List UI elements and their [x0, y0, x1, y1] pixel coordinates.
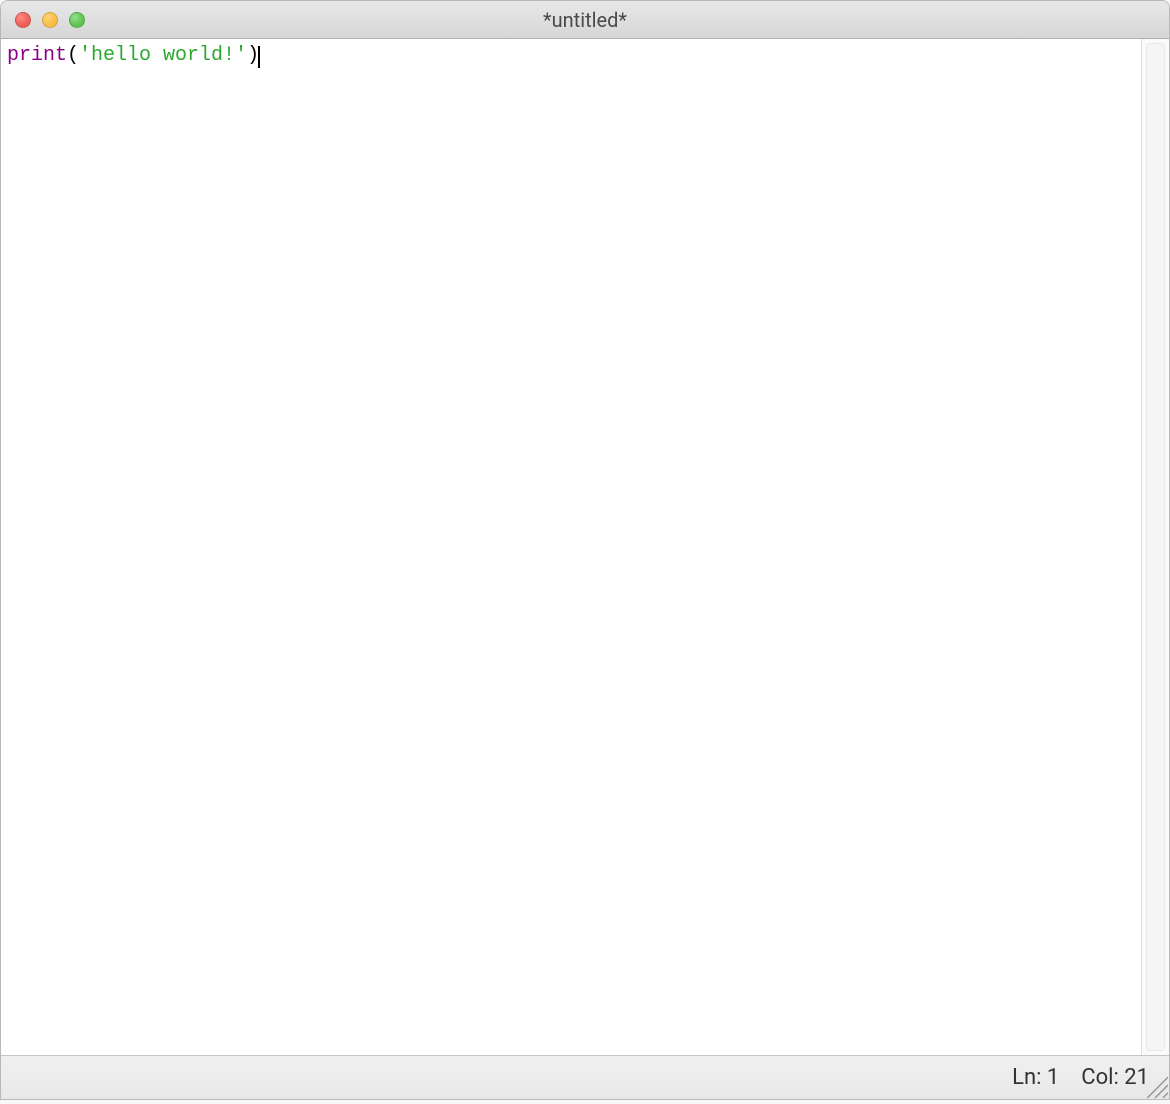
vertical-scrollbar[interactable] — [1141, 39, 1169, 1055]
close-button[interactable] — [15, 12, 31, 28]
traffic-lights — [1, 12, 85, 28]
statusbar: Ln: 1 Col: 21 — [1, 1055, 1169, 1099]
code-token[interactable]: 'hello world!' — [79, 44, 247, 67]
minimize-button[interactable] — [42, 12, 58, 28]
code-editor[interactable]: print('hello world!') — [1, 39, 1141, 1055]
titlebar[interactable]: *untitled* — [1, 1, 1169, 39]
editor-area: print('hello world!') — [1, 39, 1169, 1055]
code-token[interactable]: ( — [67, 44, 79, 67]
editor-window: *untitled* print('hello world!') Ln: 1 C… — [0, 0, 1170, 1100]
text-cursor — [258, 46, 260, 68]
code-token[interactable]: print — [7, 44, 67, 67]
window-title: *untitled* — [543, 8, 627, 32]
maximize-button[interactable] — [69, 12, 85, 28]
code-line[interactable]: print('hello world!') — [7, 43, 1135, 69]
status-col: Col: 21 — [1081, 1065, 1149, 1090]
scrollbar-thumb[interactable] — [1146, 43, 1165, 1051]
status-line: Ln: 1 — [1012, 1065, 1059, 1090]
